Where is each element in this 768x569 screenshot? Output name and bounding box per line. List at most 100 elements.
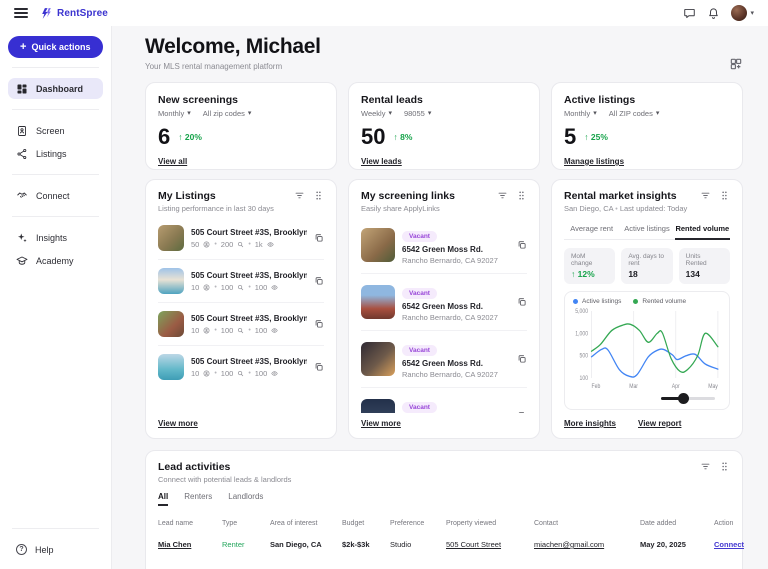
brand-logo[interactable]: RentSpree <box>40 7 108 20</box>
sidebar-item-academy[interactable]: Academy <box>8 250 103 271</box>
view-more-link[interactable]: View more <box>158 419 198 428</box>
lead-table-rows: Mia Chen Renter San Diego, CA $2k-$3k St… <box>158 540 730 549</box>
listing-address: 505 Court Street #3S, Brooklyn <box>191 271 307 280</box>
period-dropdown[interactable]: Monthly▾ <box>564 109 597 118</box>
tab-landlords[interactable]: Landlords <box>228 492 263 506</box>
stat-card: Active listings Monthly▾ All ZIP codes▾ … <box>551 82 743 170</box>
drag-handle-icon[interactable] <box>516 190 527 201</box>
copy-icon[interactable] <box>314 233 324 243</box>
copy-icon[interactable] <box>517 411 527 413</box>
property-address: 6542 Green Moss Rd. <box>402 245 510 254</box>
stat-card-title: Active listings <box>564 94 730 106</box>
lead-name-link[interactable]: Mia Chen <box>158 540 218 549</box>
stat-card-link[interactable]: Manage listings <box>564 157 624 166</box>
plus-icon: + <box>20 42 26 53</box>
connect-action-link[interactable]: Connect <box>714 540 744 549</box>
tab-rented-volume[interactable]: Rented volume <box>675 219 730 240</box>
sidebar-item-dashboard[interactable]: Dashboard <box>8 78 103 99</box>
stat-card-title: New screenings <box>158 94 324 106</box>
vacancy-badge: Vacant <box>402 288 437 299</box>
leads-person-icon <box>203 327 210 334</box>
zipcode-dropdown[interactable]: 98055▾ <box>404 109 431 118</box>
chevron-down-icon: ▾ <box>388 110 392 117</box>
column-header: Date added <box>640 520 710 527</box>
sidebar-item-insights[interactable]: Insights <box>8 227 103 248</box>
avg-days-chip: Avg. days to rent 18 <box>621 248 672 284</box>
zipcode-dropdown[interactable]: All ZIP codes▾ <box>609 109 660 118</box>
more-insights-link[interactable]: More insights <box>564 419 616 428</box>
customize-widgets-icon[interactable] <box>729 57 743 71</box>
dot-separator: • <box>214 370 216 377</box>
filter-icon[interactable] <box>700 190 711 201</box>
dot-separator: • <box>214 284 216 291</box>
filter-icon[interactable] <box>294 190 305 201</box>
listings-list: 505 Court Street #3S, Brooklyn 50 • 200 … <box>158 217 324 388</box>
user-menu[interactable]: ▾ <box>731 5 754 21</box>
card-subtitle: Listing performance in last 30 days <box>158 204 274 213</box>
stat-card-link[interactable]: View leads <box>361 157 402 166</box>
chevron-down-icon: ▾ <box>656 110 660 117</box>
tab-all[interactable]: All <box>158 492 168 506</box>
listing-address: 505 Court Street #3S, Brooklyn <box>191 314 307 323</box>
copy-icon[interactable] <box>517 240 527 250</box>
listing-row: 505 Court Street #3S, Brooklyn 10 • 100 … <box>158 346 324 388</box>
tab-renters[interactable]: Renters <box>184 492 212 506</box>
sidebar-item-screen[interactable]: Screen <box>8 120 103 141</box>
hamburger-menu-icon[interactable] <box>14 5 28 20</box>
lead-row: Mia Chen Renter San Diego, CA $2k-$3k St… <box>158 540 730 549</box>
view-report-link[interactable]: View report <box>638 419 681 428</box>
chat-icon[interactable] <box>683 7 696 20</box>
bell-icon[interactable] <box>707 7 720 20</box>
page-title: Welcome, Michael <box>145 35 321 59</box>
drag-handle-icon[interactable] <box>313 190 324 201</box>
listing-row: 505 Court Street #3S, Brooklyn 10 • 100 … <box>158 303 324 346</box>
stat-cards: New screenings Monthly▾ All zip codes▾ 6… <box>145 82 743 170</box>
lead-contact-link[interactable]: miachen@gmail.com <box>534 540 636 549</box>
sidebar-item-help[interactable]: ? Help <box>8 539 103 560</box>
tab-average-rent[interactable]: Average rent <box>564 219 619 240</box>
chevron-down-icon: ▾ <box>428 110 432 117</box>
stat-card: Rental leads Weekly▾ 98055▾ 50 ↑ 8% View… <box>348 82 540 170</box>
period-dropdown[interactable]: Monthly▾ <box>158 109 191 118</box>
lead-property-link[interactable]: 505 Court Street <box>446 540 530 549</box>
listing-photo <box>158 268 184 294</box>
sidebar-item-connect[interactable]: Connect <box>8 185 103 206</box>
listing-photo <box>158 354 184 380</box>
filter-icon[interactable] <box>497 190 508 201</box>
my-listings-card: My Listings Listing performance in last … <box>145 179 337 439</box>
copy-icon[interactable] <box>314 362 324 372</box>
legend-item: Active listings <box>573 298 621 305</box>
lead-tabs: All Renters Landlords <box>158 492 730 506</box>
lead-area: San Diego, CA <box>270 540 338 549</box>
market-insights-card: Rental market insights San Diego, CA • L… <box>551 179 743 439</box>
drag-handle-icon[interactable] <box>719 190 730 201</box>
slider-track[interactable] <box>661 397 715 400</box>
tab-active-listings[interactable]: Active listings <box>619 219 674 240</box>
listing-stats: 10 • 100 • 100 <box>191 326 307 335</box>
view-more-link[interactable]: View more <box>361 419 401 428</box>
period-dropdown[interactable]: Weekly▾ <box>361 109 392 118</box>
property-address: 6542 Green Moss Rd. <box>402 359 510 368</box>
filter-icon[interactable] <box>700 461 711 472</box>
card-title: My Listings <box>158 190 274 202</box>
zipcode-dropdown[interactable]: All zip codes▾ <box>203 109 252 118</box>
copy-icon[interactable] <box>314 319 324 329</box>
search-icon <box>237 241 244 248</box>
svg-text:5,000: 5,000 <box>575 309 588 315</box>
screen-document-icon <box>16 125 28 137</box>
stat-card-link[interactable]: View all <box>158 157 187 166</box>
vacancy-badge: Vacant <box>402 345 437 356</box>
sidebar-item-listings[interactable]: Listings <box>8 143 103 164</box>
drag-handle-icon[interactable] <box>719 461 730 472</box>
property-photo <box>361 228 395 262</box>
copy-icon[interactable] <box>517 297 527 307</box>
property-city: Rancho Bernardo, CA 92027 <box>402 256 510 265</box>
quick-actions-button[interactable]: + Quick actions <box>8 36 103 58</box>
copy-icon[interactable] <box>517 354 527 364</box>
legend-dot <box>573 299 578 304</box>
avatar <box>731 5 747 21</box>
copy-icon[interactable] <box>314 276 324 286</box>
screening-row: Vacant 6542 Green Moss Rd. Rancho Bernar… <box>361 217 527 274</box>
slider-handle[interactable] <box>678 393 689 404</box>
stat-delta: ↑ 25% <box>584 132 608 142</box>
